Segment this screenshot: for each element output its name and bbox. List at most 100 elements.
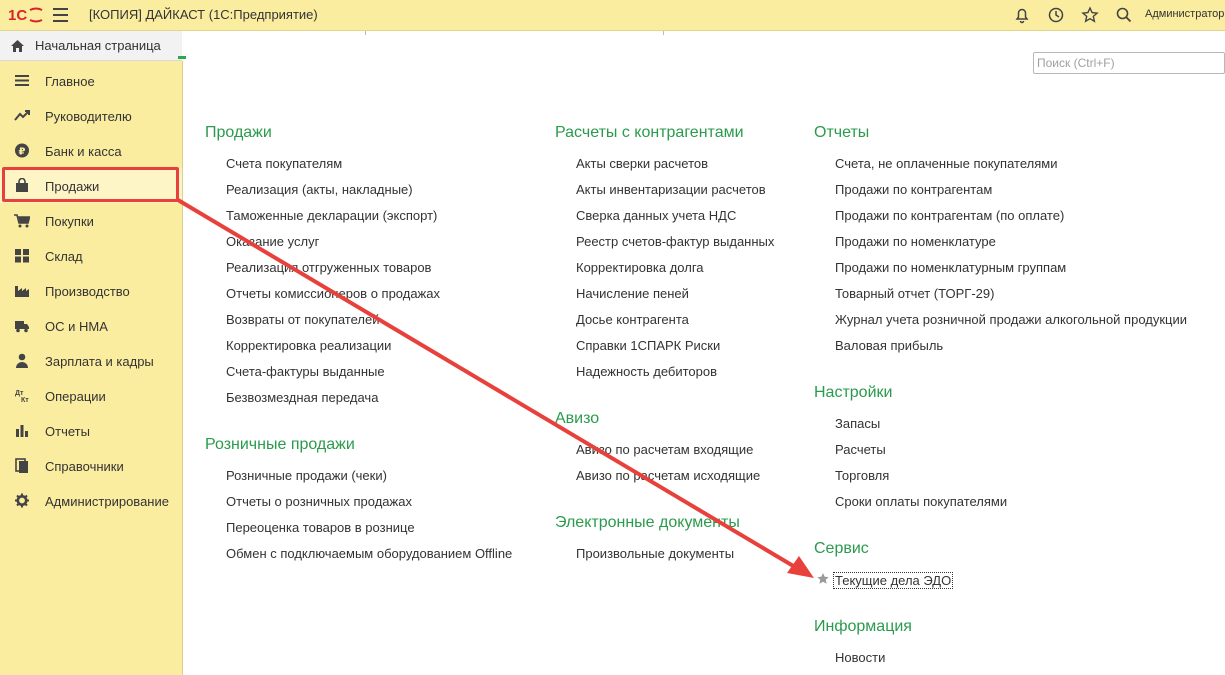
link-customer-invoices[interactable]: Счета покупателям [226, 156, 342, 171]
link-counterparty-dossier[interactable]: Досье контрагента [576, 312, 689, 327]
section-title-counterparties: Расчеты с контрагентами [555, 124, 744, 141]
svg-text:Дт: Дт [15, 390, 24, 397]
home-page-tab[interactable]: Начальная страница [0, 31, 182, 61]
link-sales-realization[interactable]: Реализация (акты, накладные) [226, 182, 413, 197]
link-aviso-outgoing[interactable]: Авизо по расчетам исходящие [576, 468, 760, 483]
sidebar-item-reports[interactable]: Отчеты [0, 413, 182, 448]
truck-icon [15, 321, 29, 333]
link-retail-revaluation[interactable]: Переоценка товаров в рознице [226, 520, 415, 535]
sidebar-item-label: Руководителю [45, 109, 132, 124]
link-news[interactable]: Новости [835, 650, 885, 665]
factory-icon [15, 286, 29, 297]
link-edo-current-tasks[interactable]: Текущие дела ЭДО [833, 572, 954, 589]
sidebar-item-salary[interactable]: Зарплата и кадры [0, 343, 182, 378]
link-realization-adjustment[interactable]: Корректировка реализации [226, 338, 391, 353]
sidebar-item-administration[interactable]: Администрирование [0, 483, 182, 518]
link-unpaid-invoices[interactable]: Счета, не оплаченные покупателями [835, 156, 1057, 171]
menu-lines-icon [15, 75, 29, 86]
tab-divider [663, 31, 664, 35]
link-sales-by-counterparty-payment[interactable]: Продажи по контрагентам (по оплате) [835, 208, 1064, 223]
grid-icon [15, 249, 29, 263]
link-commissioner-reports[interactable]: Отчеты комиссионеров о продажах [226, 286, 440, 301]
sidebar-item-label: ОС и НМА [45, 319, 108, 334]
link-debtor-reliability[interactable]: Надежность дебиторов [576, 364, 717, 379]
link-retail-reports[interactable]: Отчеты о розничных продажах [226, 494, 412, 509]
1c-logo-icon[interactable]: 1С [8, 6, 44, 24]
sidebar-item-label: Банк и касса [45, 144, 122, 159]
sidebar-item-operations[interactable]: Дт Кт Операции [0, 378, 182, 413]
link-sales-by-counterparty[interactable]: Продажи по контрагентам [835, 182, 992, 197]
link-settings-settlements[interactable]: Расчеты [835, 442, 886, 457]
history-icon[interactable] [1047, 6, 1065, 24]
svg-text:Кт: Кт [21, 397, 29, 403]
sidebar-item-label: Отчеты [45, 424, 90, 439]
link-inventory-acts[interactable]: Акты инвентаризации расчетов [576, 182, 766, 197]
link-settings-stocks[interactable]: Запасы [835, 416, 880, 431]
link-arbitrary-documents[interactable]: Произвольные документы [576, 546, 734, 561]
link-customs-declarations[interactable]: Таможенные декларации (экспорт) [226, 208, 437, 223]
sidebar-item-production[interactable]: Производство [0, 273, 182, 308]
link-issued-invoices[interactable]: Счета-фактуры выданные [226, 364, 385, 379]
sidebar-item-main[interactable]: Главное [0, 63, 182, 98]
link-aviso-incoming[interactable]: Авизо по расчетам входящие [576, 442, 753, 457]
link-shipped-goods-realization[interactable]: Реализация отгруженных товаров [226, 260, 431, 275]
annotation-highlight-box [2, 167, 179, 202]
link-reconciliation-acts[interactable]: Акты сверки расчетов [576, 156, 708, 171]
bell-icon[interactable] [1013, 6, 1031, 24]
section-title-settings: Настройки [814, 384, 893, 401]
section-title-edocs: Электронные документы [555, 514, 740, 531]
link-penalty-accrual[interactable]: Начисление пеней [576, 286, 689, 301]
app-title: [КОПИЯ] ДАЙКАСТ (1С:Предприятие) [89, 7, 318, 22]
sidebar-item-catalogs[interactable]: Справочники [0, 448, 182, 483]
link-torg29-report[interactable]: Товарный отчет (ТОРГ-29) [835, 286, 994, 301]
section-title-reports: Отчеты [814, 124, 870, 141]
link-spark-risks[interactable]: Справки 1СПАРК Риски [576, 338, 720, 353]
favorite-star-icon[interactable] [816, 572, 830, 586]
open-tabs-strip [182, 31, 1225, 35]
favorites-star-icon[interactable] [1081, 6, 1099, 24]
main-menu-icon[interactable] [53, 8, 68, 22]
home-page-label: Начальная страница [35, 38, 161, 53]
link-settings-payment-terms[interactable]: Сроки оплаты покупателями [835, 494, 1007, 509]
section-title-service: Сервис [814, 540, 869, 557]
person-icon [16, 353, 28, 368]
sidebar-item-bank[interactable]: ₽ Банк и касса [0, 133, 182, 168]
sidebar-item-label: Покупки [45, 214, 94, 229]
sidebar-item-fixed-assets[interactable]: ОС и НМА [0, 308, 182, 343]
link-gross-profit[interactable]: Валовая прибыль [835, 338, 943, 353]
user-name[interactable]: Администратор [1145, 8, 1224, 20]
bar-chart-icon [16, 425, 28, 437]
sidebar-item-label: Справочники [45, 459, 124, 474]
link-alcohol-journal[interactable]: Журнал учета розничной продажи алкогольн… [835, 312, 1187, 327]
dt-kt-icon: ДтКт [15, 390, 29, 403]
link-services-rendered[interactable]: Оказание услуг [226, 234, 319, 249]
home-icon [11, 40, 24, 52]
search-input[interactable] [1033, 52, 1225, 74]
sidebar-item-purchases[interactable]: Покупки [0, 203, 182, 238]
link-retail-receipts[interactable]: Розничные продажи (чеки) [226, 468, 387, 483]
sidebar-item-label: Производство [45, 284, 130, 299]
ruble-coin-icon: ₽ [15, 143, 29, 158]
link-offline-exchange[interactable]: Обмен с подключаемым оборудованием Offli… [226, 546, 512, 561]
sidebar-item-label: Главное [45, 74, 95, 89]
link-free-transfer[interactable]: Безвозмездная передача [226, 390, 378, 405]
sidebar-item-label: Зарплата и кадры [45, 354, 154, 369]
link-vat-reconciliation[interactable]: Сверка данных учета НДС [576, 208, 736, 223]
sidebar-item-warehouse[interactable]: Склад [0, 238, 182, 273]
sections-sidebar: Главное Руководителю ₽ Банк и касса Прод… [0, 61, 183, 675]
svg-text:₽: ₽ [19, 147, 26, 158]
sidebar-item-label: Операции [45, 389, 106, 404]
link-customer-returns[interactable]: Возвраты от покупателей [226, 312, 380, 327]
gear-icon [15, 493, 29, 508]
link-invoice-register[interactable]: Реестр счетов-фактур выданных [576, 234, 774, 249]
search-icon[interactable] [1115, 6, 1133, 24]
link-settings-trade[interactable]: Торговля [835, 468, 889, 483]
books-icon [15, 458, 28, 473]
svg-text:1С: 1С [8, 7, 27, 24]
link-debt-adjustment[interactable]: Корректировка долга [576, 260, 704, 275]
active-tab-marker [178, 56, 186, 59]
link-sales-by-nomenclature[interactable]: Продажи по номенклатуре [835, 234, 996, 249]
sidebar-item-manager[interactable]: Руководителю [0, 98, 182, 133]
link-sales-by-groups[interactable]: Продажи по номенклатурным группам [835, 260, 1066, 275]
section-title-sales: Продажи [205, 124, 272, 141]
